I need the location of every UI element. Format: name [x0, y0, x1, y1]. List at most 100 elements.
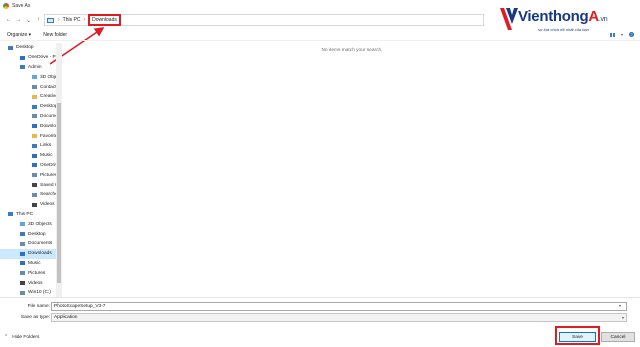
recent-locations-chevron-icon[interactable]: ⌄ [24, 16, 33, 25]
searches-icon [32, 192, 37, 197]
sidebar-item[interactable]: OneDrive - Perso [0, 53, 62, 63]
new-folder-button[interactable]: New folder [43, 32, 67, 38]
sidebar-item[interactable]: 3D Objects [0, 72, 62, 82]
sidebar-item[interactable]: Music [0, 259, 62, 269]
sidebar-item[interactable]: Searches [0, 190, 62, 200]
up-arrow-icon[interactable]: ↑ [34, 16, 43, 25]
sidebar-item[interactable]: Videos [0, 278, 62, 288]
address-bar[interactable]: › This PC › Downloads [44, 14, 484, 26]
file-name-dropdown-chevron-icon[interactable]: ▾ [619, 303, 621, 308]
sidebar-item-label: Links [40, 143, 52, 149]
sidebar-item[interactable]: Creative Cloud [0, 92, 62, 102]
save-as-type-value: Application [54, 315, 78, 320]
sidebar-item-label: Downloads [28, 251, 52, 257]
sidebar-item-label: Desktop [40, 104, 58, 110]
view-controls: ▾ ? [609, 32, 634, 37]
pictures-icon [32, 173, 37, 178]
sidebar-item-label: Documents [28, 241, 53, 247]
3d-objects-icon [20, 222, 25, 227]
logo-mark-icon [500, 8, 518, 30]
sidebar-item-label: Pictures [40, 172, 58, 178]
sidebar-item-label: Pictures [28, 270, 46, 276]
empty-results-message: No items match your search. [321, 48, 383, 53]
sidebar-item[interactable]: Pictures [0, 268, 62, 278]
command-toolbar: Organize ▾ New folder [0, 30, 640, 41]
save-as-type-select[interactable]: Application ▾ [51, 313, 627, 322]
save-as-type-label: Save as type: [20, 315, 50, 320]
save-button-highlight [555, 326, 600, 345]
sidebar-item[interactable]: Contacts [0, 82, 62, 92]
contacts-icon [32, 85, 37, 90]
documents-icon [32, 114, 37, 119]
sidebar-item[interactable]: Desktop [0, 43, 62, 53]
downloads-icon [20, 251, 25, 256]
onedrive-icon [20, 55, 25, 60]
logo-brand-suffix: .vn [598, 16, 608, 23]
computer-icon [8, 212, 13, 217]
sidebar-item[interactable]: Downloads [0, 121, 62, 131]
save-as-dialog: Save As ← → ⌄ ↑ ↓ › This PC › Downloads … [0, 0, 640, 347]
links-icon [32, 143, 37, 148]
sidebar-item-label: Music [28, 260, 41, 266]
scrollbar-thumb[interactable] [57, 103, 61, 283]
sidebar-item-label: Videos [28, 280, 43, 286]
cancel-button[interactable]: Cancel [601, 332, 635, 342]
sidebar-item[interactable]: Pictures [0, 170, 62, 180]
sidebar-item[interactable]: Downloads [0, 248, 62, 259]
sidebar-item-label: This PC [16, 211, 34, 217]
breadcrumb-separator: › [58, 17, 60, 23]
back-arrow-icon[interactable]: ← [4, 16, 13, 25]
sidebar-item[interactable]: Saved Games [0, 180, 62, 190]
breadcrumb-downloads[interactable]: Downloads [88, 14, 121, 26]
documents-icon [20, 241, 25, 246]
pictures-icon [20, 271, 25, 276]
videos-icon [20, 281, 25, 286]
sidebar-item[interactable]: Documents [0, 239, 62, 249]
save-as-type-chevron-icon: ▾ [621, 315, 624, 320]
sidebar-item[interactable]: 3D Objects [0, 219, 62, 229]
file-list-area[interactable]: No items match your search. [64, 43, 640, 297]
sidebar-item-label: Desktop [28, 231, 46, 237]
sidebar-item[interactable]: This PC [0, 210, 62, 220]
breadcrumb-this-pc[interactable]: This PC [63, 17, 81, 23]
sidebar-item-label: Admin [28, 64, 42, 70]
sidebar-item[interactable]: OneDrive [0, 161, 62, 171]
window-title: Save As [12, 3, 31, 9]
organize-menu[interactable]: Organize ▾ [7, 32, 31, 38]
sidebar-item-label: Win10 (C:) [28, 290, 51, 296]
sidebar-item[interactable]: Desktop [0, 229, 62, 239]
hide-folders-toggle[interactable]: ⌃ Hide Folders [4, 334, 39, 340]
forward-arrow-icon[interactable]: → [14, 16, 23, 25]
logo-brand: VienthongA.vn [518, 8, 608, 25]
sidebar-item[interactable]: Videos [0, 200, 62, 210]
desktop-folder-icon [32, 104, 37, 109]
downloads-icon [32, 124, 37, 129]
drive-icon [20, 290, 25, 295]
sidebar-item[interactable]: Favorites [0, 131, 62, 141]
desktop-folder-icon [8, 45, 13, 50]
music-icon [20, 261, 25, 266]
onedrive-icon [32, 163, 37, 168]
logo-brand-part2: A [588, 8, 599, 25]
sidebar-item[interactable]: Desktop [0, 102, 62, 112]
logo-brand-part1: Vienthong [518, 8, 589, 25]
desktop-folder-icon [20, 232, 25, 237]
help-icon[interactable]: ? [629, 32, 634, 37]
sidebar-item[interactable]: Admin [0, 63, 62, 73]
change-view-icon[interactable] [609, 32, 615, 37]
sidebar-item[interactable]: Links [0, 141, 62, 151]
sidebar-item[interactable]: Win10 (C:) [0, 288, 62, 297]
file-name-input[interactable]: PhotoScapeSetup_V3-7 [51, 302, 627, 311]
sidebar-item-label: 3D Objects [28, 221, 52, 227]
navigation-pane-scrollbar[interactable] [56, 43, 62, 297]
view-dropdown-chevron-icon[interactable]: ▾ [621, 32, 623, 37]
dialog-footer: ⌃ Hide Folders Save Cancel [0, 323, 640, 347]
sidebar-item-label: Music [40, 153, 53, 159]
sidebar-item[interactable]: Music [0, 151, 62, 161]
saved-games-icon [32, 183, 37, 188]
videos-icon [32, 202, 37, 207]
file-name-row: File name: PhotoScapeSetup_V3-7 ▾ [0, 302, 640, 311]
navigation-pane: Desktop OneDrive - Perso Admin 3D Objects Co… [0, 43, 62, 297]
sidebar-item[interactable]: Documents [0, 112, 62, 122]
chevron-up-icon: ⌃ [4, 334, 9, 340]
